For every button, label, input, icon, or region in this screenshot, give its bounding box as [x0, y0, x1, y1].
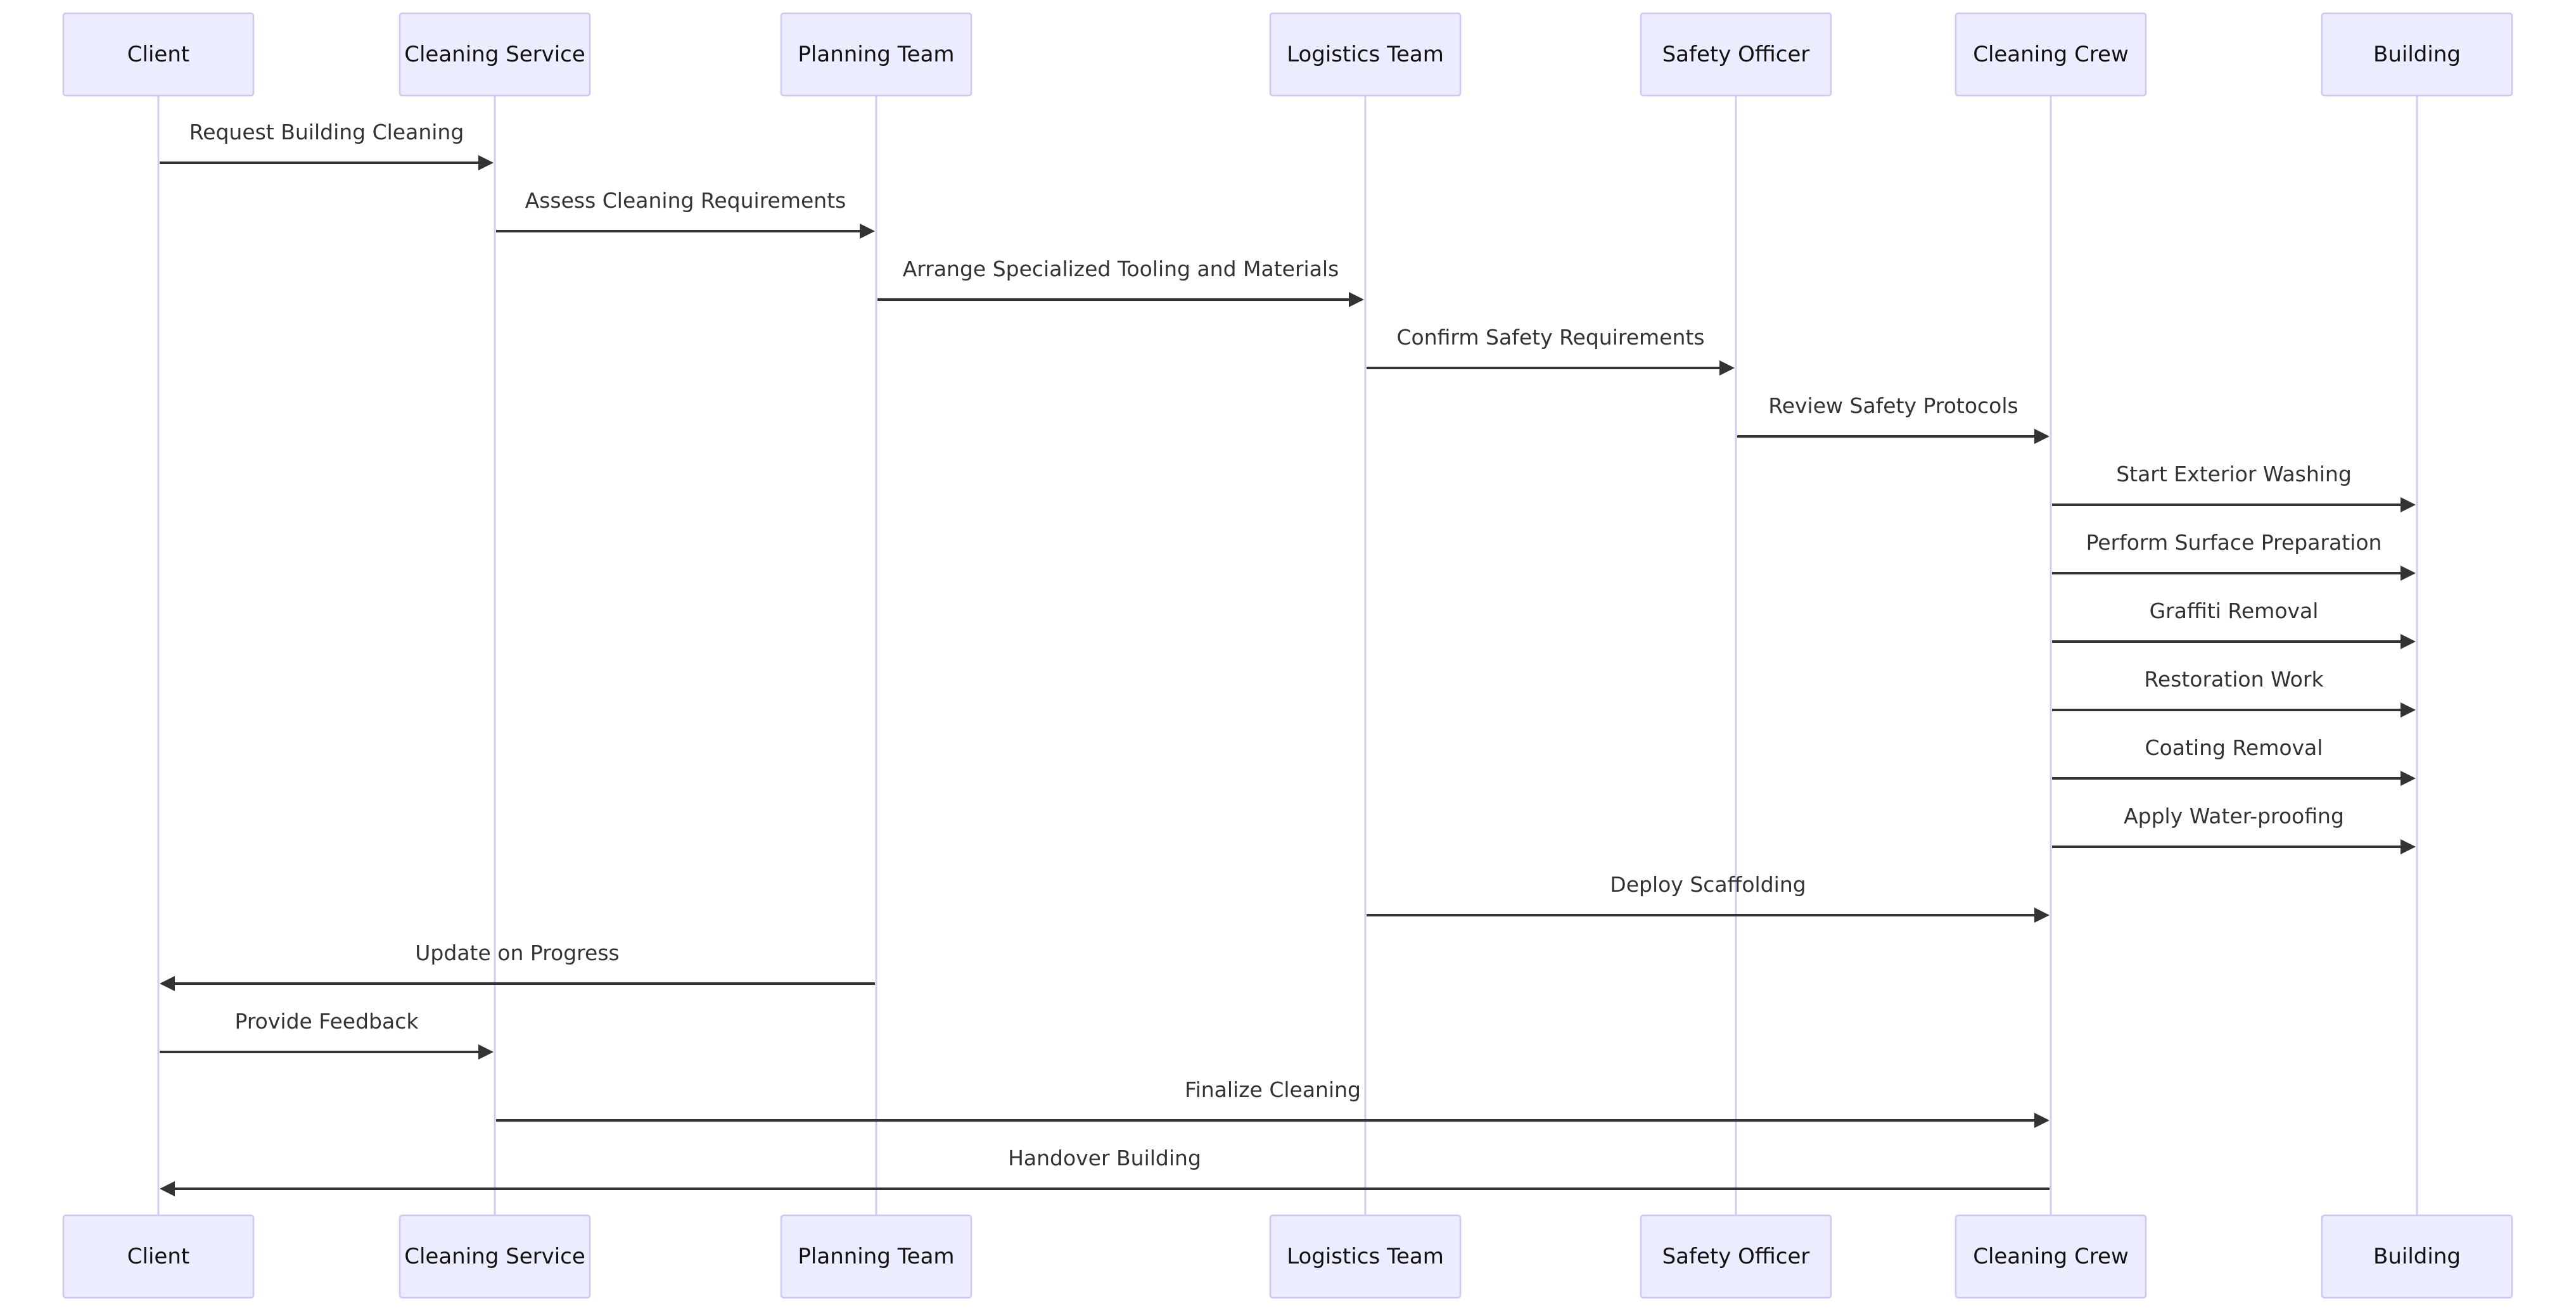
actor-cleaning-service-top[interactable]: Cleaning Service [399, 12, 591, 97]
message-label: Graffiti Removal [2150, 598, 2319, 623]
actor-logistics-team-top[interactable]: Logistics Team [1269, 12, 1462, 97]
message: Review Safety Protocols [1737, 393, 2050, 444]
arrowhead-icon [478, 1044, 494, 1060]
message: Provide Feedback [160, 1009, 494, 1060]
message-label: Provide Feedback [235, 1009, 419, 1034]
arrowhead-icon [160, 1181, 175, 1196]
actor-cleaning-crew-top[interactable]: Cleaning Crew [1954, 12, 2147, 97]
message-label: Request Building Cleaning [189, 120, 464, 144]
message-label: Arrange Specialized Tooling and Material… [903, 256, 1339, 281]
arrowhead-icon [860, 224, 875, 239]
message: Apply Water-proofing [2052, 804, 2416, 854]
message: Handover Building [160, 1146, 2050, 1196]
arrowhead-icon [1719, 360, 1735, 376]
message-label: Review Safety Protocols [1768, 393, 2018, 418]
message: Update on Progress [160, 940, 875, 991]
arrowhead-icon [2034, 429, 2050, 444]
actor-label: Cleaning Crew [1973, 1244, 2129, 1269]
message: Start Exterior Washing [2052, 462, 2416, 512]
arrowhead-icon [2401, 497, 2416, 512]
actor-label: Safety Officer [1662, 1244, 1810, 1269]
actor-logistics-team-bottom[interactable]: Logistics Team [1269, 1214, 1462, 1299]
actor-label: Planning Team [798, 1244, 954, 1269]
message-label: Apply Water-proofing [2124, 804, 2344, 828]
message: Finalize Cleaning [496, 1077, 2050, 1128]
actor-cleaning-crew-bottom[interactable]: Cleaning Crew [1954, 1214, 2147, 1299]
actor-planning-team-bottom[interactable]: Planning Team [780, 1214, 972, 1299]
actor-client-top[interactable]: Client [62, 12, 255, 97]
actor-cleaning-service-bottom[interactable]: Cleaning Service [399, 1214, 591, 1299]
actor-label: Client [127, 1244, 189, 1269]
actor-building-top[interactable]: Building [2321, 12, 2513, 97]
message: Assess Cleaning Requirements [496, 188, 875, 239]
actor-label: Cleaning Crew [1973, 42, 2129, 67]
message-label: Perform Surface Preparation [2086, 530, 2382, 555]
actor-label: Safety Officer [1662, 42, 1810, 67]
actor-client-bottom[interactable]: Client [62, 1214, 255, 1299]
message-label: Deploy Scaffolding [1610, 872, 1806, 897]
actor-label: Client [127, 42, 189, 67]
message: Graffiti Removal [2052, 598, 2416, 649]
arrowhead-icon [1349, 292, 1364, 307]
arrowhead-icon [2034, 1113, 2050, 1128]
message-label: Finalize Cleaning [1185, 1077, 1361, 1102]
arrowhead-icon [2401, 771, 2416, 786]
actor-label: Cleaning Service [404, 42, 585, 67]
message-label: Handover Building [1008, 1146, 1201, 1170]
arrowhead-icon [2401, 702, 2416, 718]
sequence-diagram: Request Building Cleaning Assess Cleaning… [62, 12, 2513, 1299]
actor-label: Building [2373, 42, 2461, 67]
actor-label: Logistics Team [1287, 1244, 1444, 1269]
message-label: Assess Cleaning Requirements [525, 188, 846, 213]
actor-label: Planning Team [798, 42, 954, 67]
message: Perform Surface Preparation [2052, 530, 2416, 581]
message: Coating Removal [2052, 735, 2416, 786]
actor-label: Cleaning Service [404, 1244, 585, 1269]
actor-planning-team-top[interactable]: Planning Team [780, 12, 972, 97]
message-label: Coating Removal [2145, 735, 2323, 760]
message-label: Confirm Safety Requirements [1396, 325, 1704, 350]
message: Request Building Cleaning [160, 120, 494, 170]
arrowhead-icon [2034, 908, 2050, 923]
arrowhead-icon [2401, 634, 2416, 649]
message: Restoration Work [2052, 667, 2416, 718]
actor-safety-officer-bottom[interactable]: Safety Officer [1640, 1214, 1832, 1299]
message-label: Restoration Work [2144, 667, 2324, 692]
arrowhead-icon [160, 976, 175, 991]
message: Confirm Safety Requirements [1367, 325, 1735, 376]
actor-safety-officer-top[interactable]: Safety Officer [1640, 12, 1832, 97]
message-label: Start Exterior Washing [2116, 462, 2352, 486]
arrowhead-icon [478, 155, 494, 170]
actor-label: Logistics Team [1287, 42, 1444, 67]
arrowhead-icon [2401, 839, 2416, 854]
actor-label: Building [2373, 1244, 2461, 1269]
arrowhead-icon [2401, 566, 2416, 581]
message: Deploy Scaffolding [1367, 872, 2050, 923]
actor-building-bottom[interactable]: Building [2321, 1214, 2513, 1299]
message-label: Update on Progress [415, 940, 619, 965]
message: Arrange Specialized Tooling and Material… [877, 256, 1364, 307]
